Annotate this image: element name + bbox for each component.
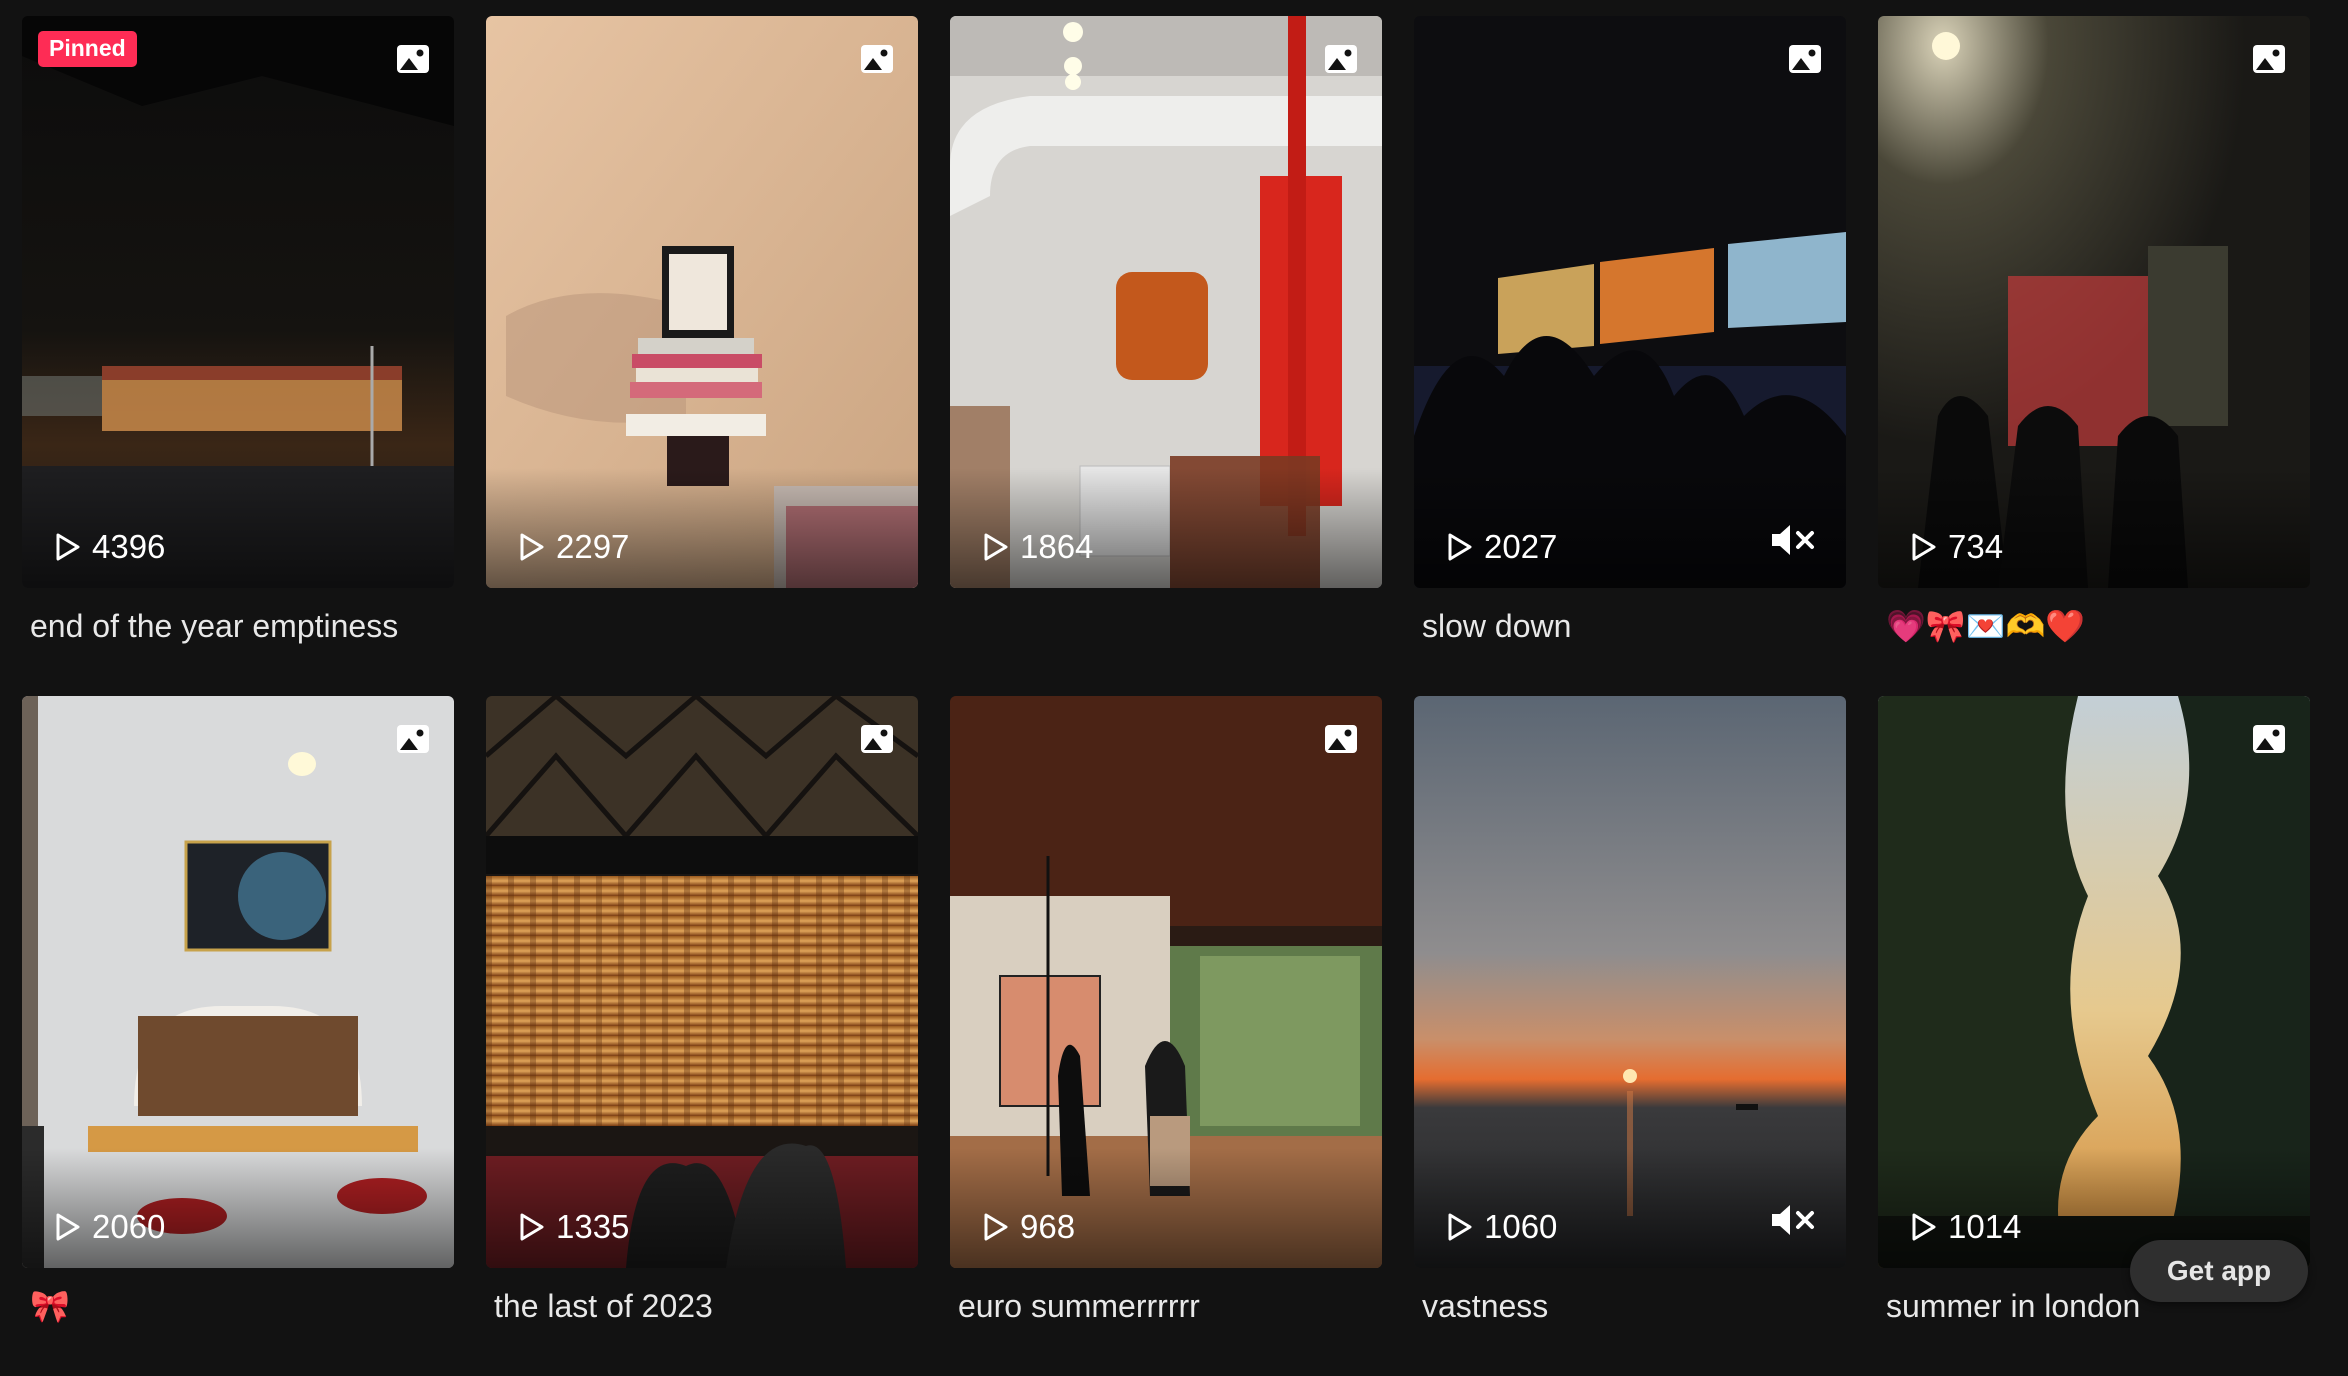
video-caption[interactable]: vastness <box>1422 1286 1842 1326</box>
thumbnail-night-crowd <box>1878 16 2310 588</box>
video-thumbnail[interactable]: 968 <box>950 696 1382 1268</box>
view-count-value: 1335 <box>556 1208 630 1245</box>
video-caption[interactable]: slow down <box>1422 606 1842 646</box>
video-thumbnail[interactable]: 1335 <box>486 696 918 1268</box>
muted-speaker-icon[interactable] <box>1770 1202 1818 1238</box>
play-icon <box>1912 1213 1936 1241</box>
view-count-value: 1060 <box>1484 1208 1558 1245</box>
view-count: 1335 <box>516 1208 629 1246</box>
video-card: Pinned 4396 end of the year emptiness <box>22 16 454 696</box>
thumbnail-screening <box>1414 16 1846 588</box>
thumbnail-gallery <box>950 696 1382 1268</box>
view-count: 1014 <box>1908 1208 2021 1246</box>
thumbnail-uranus-poster <box>22 696 454 1268</box>
video-caption[interactable]: the last of 2023 <box>494 1286 914 1326</box>
play-icon <box>520 1213 544 1241</box>
view-count-value: 2297 <box>556 528 630 565</box>
view-count-value: 734 <box>1948 528 2004 565</box>
video-card: 734 💗🎀💌🫶❤️ <box>1878 16 2310 696</box>
view-count: 1864 <box>980 528 1093 566</box>
view-count-value: 968 <box>1020 1208 1076 1245</box>
play-icon <box>1912 533 1936 561</box>
play-icon <box>984 533 1008 561</box>
video-card: 2060 🎀 <box>22 696 454 1376</box>
video-caption[interactable] <box>494 606 914 646</box>
video-thumbnail[interactable]: 1014 <box>1878 696 2310 1268</box>
thumbnail-trees-sunset <box>1878 696 2310 1268</box>
photo-mode-icon <box>2253 45 2285 73</box>
play-icon <box>520 533 544 561</box>
play-icon <box>1448 533 1472 561</box>
view-count-value: 1864 <box>1020 528 1094 565</box>
get-app-button[interactable]: Get app <box>2130 1240 2308 1302</box>
photo-mode-icon <box>1325 725 1357 753</box>
video-card: 2027 slow down <box>1414 16 1846 696</box>
video-caption[interactable]: 🎀 <box>30 1286 450 1326</box>
view-count-value: 2060 <box>92 1208 166 1245</box>
video-thumbnail[interactable]: 1060 <box>1414 696 1846 1268</box>
view-count-value: 4396 <box>92 528 166 565</box>
pinned-badge: Pinned <box>38 31 137 67</box>
video-card: 1335 the last of 2023 <box>486 696 918 1376</box>
video-caption[interactable]: 💗🎀💌🫶❤️ <box>1886 606 2306 646</box>
thumbnail-cafe-interior <box>950 16 1382 588</box>
video-thumbnail[interactable]: 2060 <box>22 696 454 1268</box>
thumbnail-wall-shelf <box>486 16 918 588</box>
view-count-value: 2027 <box>1484 528 1558 565</box>
video-thumbnail[interactable]: 734 <box>1878 16 2310 588</box>
video-thumbnail[interactable]: 1864 <box>950 16 1382 588</box>
thumbnail-sunset-sea <box>1414 696 1846 1268</box>
view-count: 2060 <box>52 1208 165 1246</box>
play-icon <box>56 533 80 561</box>
video-card: 2297 <box>486 16 918 696</box>
video-caption[interactable]: end of the year emptiness <box>30 606 450 646</box>
view-count: 1060 <box>1444 1208 1557 1246</box>
play-icon <box>984 1213 1008 1241</box>
photo-mode-icon <box>397 45 429 73</box>
view-count: 2297 <box>516 528 629 566</box>
photo-mode-icon <box>1789 45 1821 73</box>
play-icon <box>56 1213 80 1241</box>
video-thumbnail[interactable]: 2027 <box>1414 16 1846 588</box>
photo-mode-icon <box>2253 725 2285 753</box>
photo-mode-icon <box>1325 45 1357 73</box>
photo-mode-icon <box>397 725 429 753</box>
video-grid: Pinned 4396 end of the year emptiness 22… <box>22 16 2310 1376</box>
video-card: 1864 <box>950 16 1382 696</box>
play-icon <box>1448 1213 1472 1241</box>
thumbnail-night-street <box>22 16 454 588</box>
view-count-value: 1014 <box>1948 1208 2022 1245</box>
video-thumbnail[interactable]: 2297 <box>486 16 918 588</box>
video-card: 1060 vastness <box>1414 696 1846 1376</box>
video-caption[interactable] <box>958 606 1378 646</box>
thumbnail-cinema-curtain <box>486 696 918 1268</box>
view-count: 4396 <box>52 528 165 566</box>
view-count: 2027 <box>1444 528 1557 566</box>
video-caption[interactable]: euro summerrrrrr <box>958 1286 1378 1326</box>
view-count: 968 <box>980 1208 1075 1246</box>
photo-mode-icon <box>861 45 893 73</box>
video-card: 968 euro summerrrrrr <box>950 696 1382 1376</box>
muted-speaker-icon[interactable] <box>1770 522 1818 558</box>
video-thumbnail[interactable]: Pinned 4396 <box>22 16 454 588</box>
view-count: 734 <box>1908 528 2003 566</box>
photo-mode-icon <box>861 725 893 753</box>
